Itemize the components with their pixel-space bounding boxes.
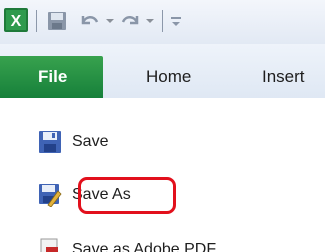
quick-access-toolbar: X [0, 0, 325, 44]
menu-item-save-as-pdf[interactable]: Save as Adobe PDF [38, 238, 216, 252]
save-icon [39, 131, 61, 153]
menu-item-save-label: Save [72, 133, 109, 150]
redo-icon [121, 16, 139, 25]
excel-window: X File Home Insert Save Save As Save as … [0, 0, 325, 252]
undo-icon [81, 16, 99, 25]
redo-dropdown-icon[interactable] [146, 19, 154, 23]
tab-file[interactable]: File [0, 56, 103, 98]
qat-save-button[interactable] [46, 8, 68, 34]
redo-button[interactable] [118, 8, 142, 34]
menu-item-save[interactable]: Save [38, 128, 108, 156]
svg-text:X: X [11, 13, 22, 30]
menu-item-save-as-pdf-label: Save as Adobe PDF [72, 241, 217, 252]
save-icon [48, 12, 66, 30]
toolbar-separator [162, 10, 163, 32]
ribbon-tab-bar: File Home Insert [0, 44, 325, 98]
save-as-icon [39, 184, 62, 207]
undo-button[interactable] [78, 8, 102, 34]
backstage-menu: Save Save As Save as Adobe PDF [0, 98, 325, 252]
customize-qat-button[interactable] [168, 8, 184, 34]
pdf-icon [40, 238, 58, 252]
toolbar-separator [36, 10, 37, 32]
tab-insert[interactable]: Insert [262, 56, 305, 98]
customize-qat-icon [171, 17, 181, 26]
excel-icon[interactable]: X [3, 7, 29, 33]
tab-home[interactable]: Home [146, 56, 191, 98]
save-as-highlight [78, 177, 176, 214]
undo-dropdown-icon[interactable] [106, 19, 114, 23]
